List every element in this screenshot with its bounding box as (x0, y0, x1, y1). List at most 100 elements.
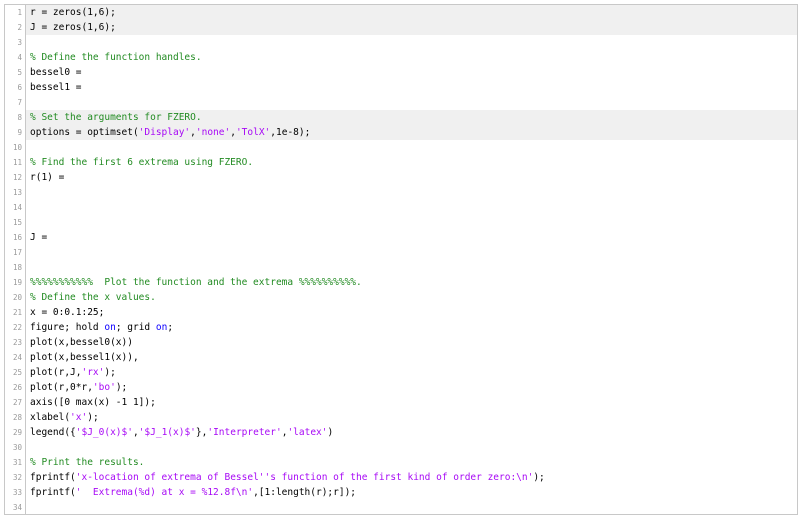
code-string: 'x-location of extrema of Bessel''s func… (75, 472, 534, 483)
code-line[interactable]: 11 % Find the first 6 extrema using FZERO… (5, 155, 797, 170)
line-number: 30 (5, 440, 26, 455)
code-line[interactable]: 9 options = optimset('Display','none','To… (5, 125, 797, 140)
line-number: 10 (5, 140, 26, 155)
code-text: % Print the results. (30, 455, 144, 470)
code-token: ); (87, 412, 99, 423)
code-text: %%%%%%%%%%% Plot the function and the ex… (30, 275, 362, 290)
line-number: 27 (5, 395, 26, 410)
code-token: bessel1 = (30, 82, 82, 93)
line-number: 2 (5, 20, 26, 35)
code-line[interactable]: 3 (5, 35, 797, 50)
line-number: 1 (5, 5, 26, 20)
code-line[interactable]: 18 (5, 260, 797, 275)
code-token: plot(x,bessel1(x)), (30, 352, 139, 363)
line-number: 12 (5, 170, 26, 185)
code-line[interactable]: 13 (5, 185, 797, 200)
code-token: r(1) = (30, 172, 65, 183)
code-keyword: on (155, 322, 168, 333)
line-number: 34 (5, 500, 26, 514)
line-number: 7 (5, 95, 26, 110)
line-number: 4 (5, 50, 26, 65)
code-comment: % Print the results. (30, 457, 145, 468)
code-comment: % Set the arguments for FZERO. (30, 112, 202, 123)
code-comment: %%%%%%%%%%% Plot the function and the ex… (30, 277, 362, 288)
code-line[interactable]: 19 %%%%%%%%%%% Plot the function and the … (5, 275, 797, 290)
code-text: bessel0 = (30, 65, 81, 80)
code-line[interactable]: 8 % Set the arguments for FZERO. (5, 110, 797, 125)
code-line[interactable]: 29 legend({'$J_0(x)$','$J_1(x)$'},'Interp… (5, 425, 797, 440)
code-token: J = zeros(1,6); (30, 22, 116, 33)
code-token: ) (327, 427, 334, 438)
code-line[interactable]: 26 plot(r,0*r,'bo'); (5, 380, 797, 395)
code-comment: % Find the first 6 extrema using FZERO. (30, 157, 254, 168)
code-string: 'rx' (81, 367, 105, 378)
line-number: 23 (5, 335, 26, 350)
code-editor[interactable]: 1 r = zeros(1,6); 2 J = zeros(1,6); 3 4 % Defi… (4, 4, 798, 515)
code-line[interactable]: 4 % Define the function handles. (5, 50, 797, 65)
code-line[interactable]: 30 (5, 440, 797, 455)
code-line[interactable]: 6 bessel1 = (5, 80, 797, 95)
code-token: options = optimset( (30, 127, 139, 138)
code-line[interactable]: 23 plot(x,bessel0(x)) (5, 335, 797, 350)
code-string: 'bo' (92, 382, 116, 393)
code-string: 'Display' (138, 127, 191, 138)
line-number: 31 (5, 455, 26, 470)
code-line[interactable]: 14 (5, 200, 797, 215)
code-line[interactable]: 20 % Define the x values. (5, 290, 797, 305)
code-line[interactable]: 10 (5, 140, 797, 155)
code-text: fprintf(' Extrema(%d) at x = %12.8f\n',[… (30, 485, 356, 500)
line-number: 22 (5, 320, 26, 335)
code-line[interactable]: 22 figure; hold on; grid on; (5, 320, 797, 335)
code-token: ; (167, 322, 174, 333)
code-token: r = zeros(1,6); (30, 7, 116, 18)
code-token: J = (30, 232, 48, 243)
code-line[interactable]: 2 J = zeros(1,6); (5, 20, 797, 35)
code-text: J = zeros(1,6); (30, 20, 116, 35)
line-number: 16 (5, 230, 26, 245)
line-number: 24 (5, 350, 26, 365)
code-line[interactable]: 15 (5, 215, 797, 230)
code-string: 'TolX' (235, 127, 271, 138)
code-text: plot(x,bessel0(x)) (30, 335, 133, 350)
line-number: 17 (5, 245, 26, 260)
code-line[interactable]: 27 axis([0 max(x) -1 1]); (5, 395, 797, 410)
line-number: 19 (5, 275, 26, 290)
code-text: % Find the first 6 extrema using FZERO. (30, 155, 253, 170)
code-text: options = optimset('Display','none','Tol… (30, 125, 310, 140)
line-number: 18 (5, 260, 26, 275)
code-line[interactable]: 24 plot(x,bessel1(x)), (5, 350, 797, 365)
code-line[interactable]: 25 plot(r,J,'rx'); (5, 365, 797, 380)
line-number: 15 (5, 215, 26, 230)
code-line[interactable]: 33 fprintf(' Extrema(%d) at x = %12.8f\n'… (5, 485, 797, 500)
code-comment: % Define the function handles. (30, 52, 202, 63)
code-line[interactable]: 31 % Print the results. (5, 455, 797, 470)
code-token: xlabel( (30, 412, 71, 423)
code-line[interactable]: 28 xlabel('x'); (5, 410, 797, 425)
code-token: ); (115, 382, 128, 393)
code-text: r(1) = (30, 170, 64, 185)
code-token: fprintf( (30, 487, 76, 498)
code-string: '$J_0(x)$' (75, 427, 133, 438)
code-text: x = 0:0.1:25; (30, 305, 104, 320)
line-number: 21 (5, 305, 26, 320)
code-text: J = (30, 230, 47, 245)
line-number: 14 (5, 200, 26, 215)
code-line[interactable]: 12 r(1) = (5, 170, 797, 185)
line-number: 9 (5, 125, 26, 140)
code-text: plot(x,bessel1(x)), (30, 350, 139, 365)
code-line[interactable]: 34 (5, 500, 797, 514)
code-line[interactable]: 17 (5, 245, 797, 260)
code-string: 'x' (70, 412, 88, 423)
code-line[interactable]: 1 r = zeros(1,6); (5, 5, 797, 20)
code-string: '$J_1(x)$' (138, 427, 196, 438)
code-line[interactable]: 7 (5, 95, 797, 110)
code-token: axis([0 max(x) -1 1]); (30, 397, 156, 408)
line-number: 32 (5, 470, 26, 485)
code-line[interactable]: 16 J = (5, 230, 797, 245)
code-string: 'latex' (287, 427, 328, 438)
code-line[interactable]: 21 x = 0:0.1:25; (5, 305, 797, 320)
line-number: 20 (5, 290, 26, 305)
code-line[interactable]: 5 bessel0 = (5, 65, 797, 80)
line-number: 11 (5, 155, 26, 170)
code-line[interactable]: 32 fprintf('x-location of extrema of Bess… (5, 470, 797, 485)
